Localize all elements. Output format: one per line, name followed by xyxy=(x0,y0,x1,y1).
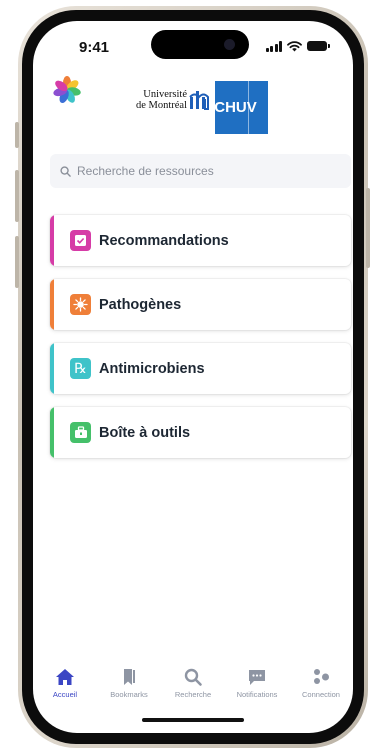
battery-icon xyxy=(307,41,330,51)
tab-notifications[interactable]: Notifications xyxy=(225,667,289,707)
udem-line2: de Montréal xyxy=(135,100,187,111)
udem-logo-text: Université de Montréal xyxy=(131,89,187,111)
home-icon xyxy=(56,669,74,685)
accent-bar xyxy=(50,215,54,266)
dynamic-island xyxy=(151,30,249,59)
home-indicator[interactable] xyxy=(142,718,244,722)
volume-down-button xyxy=(15,236,19,288)
tab-label: Accueil xyxy=(52,690,78,699)
bottom-tab-bar: Accueil Bookmarks Recherche Notification… xyxy=(33,667,353,707)
power-button xyxy=(366,188,370,268)
menu-label: Boîte à outils xyxy=(99,424,191,441)
menu-item-pathogenes[interactable]: Pathogènes xyxy=(50,279,351,330)
udem-line1: Université xyxy=(143,89,187,100)
tab-label: Bookmarks xyxy=(110,690,148,699)
checkbox-icon xyxy=(70,230,91,251)
tab-label: Connection xyxy=(302,690,340,699)
signal-icon xyxy=(265,40,282,52)
menu-item-recommandations[interactable]: Recommandations xyxy=(50,215,351,266)
search-icon xyxy=(184,668,202,686)
menu-label: Pathogènes xyxy=(99,296,182,313)
tab-label: Notifications xyxy=(236,690,278,699)
notification-icon xyxy=(249,670,265,685)
status-time: 9:41 xyxy=(79,39,110,56)
tab-connection[interactable]: Connection xyxy=(289,667,353,707)
tab-accueil[interactable]: Accueil xyxy=(33,667,97,707)
volume-up-button xyxy=(15,170,19,222)
wifi-icon xyxy=(287,40,302,51)
menu-label: Antimicrobiens xyxy=(99,360,205,377)
menu-item-antimicrobiens[interactable]: ℞ Antimicrobiens xyxy=(50,343,351,394)
tab-bookmarks[interactable]: Bookmarks xyxy=(97,667,161,707)
virus-icon xyxy=(70,294,91,315)
app-screen: 9:41 Université de Montréal CHUV Recherc… xyxy=(33,21,353,733)
people-icon xyxy=(314,669,329,684)
chuv-logo-divider xyxy=(248,81,268,134)
accent-bar xyxy=(50,343,54,394)
search-input[interactable]: Recherche de ressources xyxy=(50,154,351,188)
accent-bar xyxy=(50,407,54,458)
mute-switch xyxy=(15,122,19,148)
search-icon xyxy=(60,165,71,177)
udem-emblem-icon xyxy=(189,91,209,110)
tab-label: Recherche xyxy=(174,690,212,699)
bookmark-icon xyxy=(124,669,135,685)
camera-icon xyxy=(224,39,235,50)
prescription-icon: ℞ xyxy=(70,358,91,379)
menu-label: Recommandations xyxy=(99,232,229,249)
status-icons xyxy=(265,39,330,53)
app-logo-icon xyxy=(53,76,81,103)
search-placeholder: Recherche de ressources xyxy=(77,164,214,178)
accent-bar xyxy=(50,279,54,330)
toolbox-icon xyxy=(70,422,91,443)
menu-item-boite-a-outils[interactable]: Boîte à outils xyxy=(50,407,351,458)
tab-recherche[interactable]: Recherche xyxy=(161,667,225,707)
